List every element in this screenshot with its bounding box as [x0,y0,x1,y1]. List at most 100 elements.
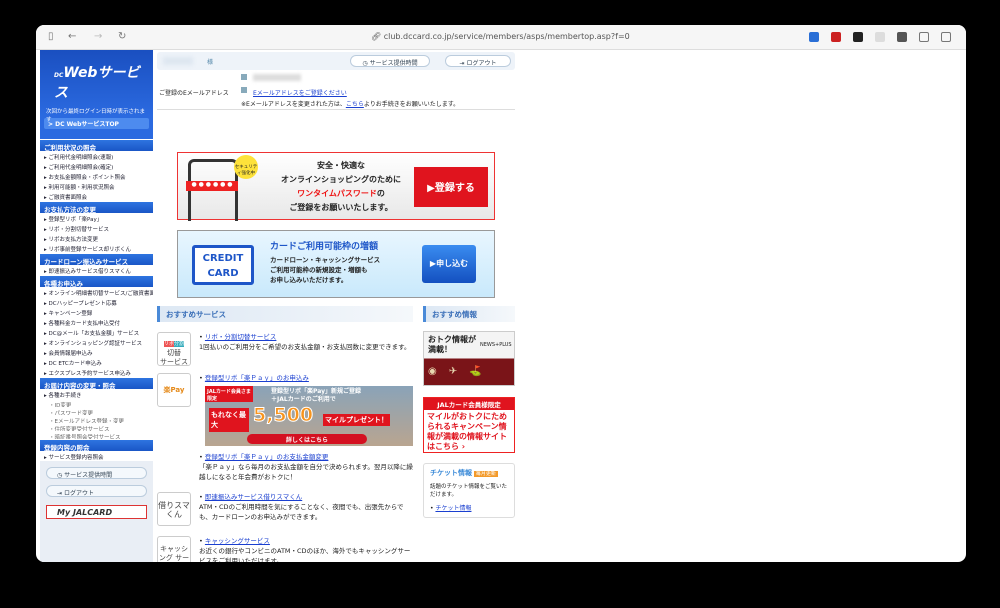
sidebar-item[interactable]: ▸ 各種料金カード支払申込受付 [40,317,153,327]
logout-button[interactable]: ⇥ ログアウト [46,485,147,497]
banner-text: の [376,189,385,198]
sidebar-item[interactable]: ▸ 即速振込みサービス借りスマくん [40,265,153,275]
sidebar-item[interactable]: ▸ オンラインショッピング認証サービス [40,337,153,347]
service-desc: ATM・CDのご利用時間を気にすることなく、夜間でも、出張先からでも、カードロー… [199,503,404,521]
address-bar[interactable]: 🔗︎ club.dccard.co.jp/service/members/asp… [371,32,630,41]
clock-icon: ◷ [362,60,370,67]
sidebar-subitem[interactable]: ・ID変更 [40,399,153,407]
banner-text: 安全・快適な [317,161,365,170]
sidebar-item-label: パスワード変更 [54,410,94,416]
logout-button[interactable]: ⇥ ログアウト [445,55,511,67]
service-hours-button[interactable]: ◷ サービス提供時間 [350,55,430,67]
extension-icon[interactable] [809,32,819,42]
sidebar-item[interactable]: ▸ ご利用代金明細照会(確定) [40,161,153,171]
sidebar-item[interactable]: ▸ 各種お手続き [40,389,153,399]
service-desc: 「楽Ｐａｙ」なら毎月のお支払金額を自分で決められます。翌月以降に繰越しになると年… [199,463,413,481]
karisuma-icon: 借りスマくん [157,492,191,526]
sidebar-toggle-icon[interactable]: ▯ [48,31,54,42]
register-button[interactable]: ▶登録する [414,167,488,207]
jal-tag: JALカード会員様限定 [424,398,514,410]
browser-window: ▯ ← → ↻ 🔗︎ club.dccard.co.jp/service/mem… [36,25,966,562]
banner-text: オンラインショッピングのために [281,175,401,184]
rakupay-icon: 楽Pay [157,373,191,407]
my-jalcard-banner[interactable]: My JALCARD [46,505,147,519]
sidebar-item[interactable]: ▸ 利用可能額・利用状況照会 [40,181,153,191]
url-text: club.dccard.co.jp/service/members/asps/m… [383,32,630,41]
sidebar-item-label: ID変更 [54,402,72,408]
sidebar-item-label: リボお支払方法変更 [48,236,99,243]
promo-text: マイルプレゼント！ [323,414,390,426]
news-plus-banner[interactable]: おトク情報が満載！ NEWS+PLUS ◉✈⛳ [423,331,515,386]
sidebar-item[interactable]: ▸ リボお支払方法変更 [40,233,153,243]
promo-text: もれなく最大 [209,408,249,432]
sidebar-item[interactable]: ▸ 会員情報届申込み [40,347,153,357]
sidebar-item-label: 即速振込みサービス借りスマくん [48,268,131,275]
jal-info-banner[interactable]: JALカード会員様限定 マイルがおトクにためられるキャンペーン情報が満載の情報サ… [423,397,515,453]
sidebar-section-header: 各種お申込み [40,275,153,288]
sidebar-item[interactable]: ▸ リボ・分割切替サービス [40,223,153,233]
sidebar-subitem[interactable]: ・住所変更受付サービス [40,423,153,431]
sidebar-item-label: ご融資書面照会 [48,194,88,201]
security-badge: セキュリティ強化中 [234,155,258,179]
ticket-link[interactable]: チケット情報 [435,505,471,512]
dining-travel-golf-icons: ◉✈⛳ [428,366,494,377]
sidebar-item[interactable]: ▸ DC@メール「お支払金額」サービス [40,327,153,337]
sidebar-subitem[interactable]: ・Eメールアドレス登録・変更 [40,415,153,423]
service-hours-button[interactable]: ◷ サービス提供時間 [46,467,147,479]
sidebar-item-label: エクスプレス予約サービス申込み [48,370,131,377]
banner-text: お申し込みいただけます。 [270,276,348,284]
sidebar-item[interactable]: ▸ エクスプレス予約サービス申込み [40,367,153,377]
jal-promo-banner[interactable]: JALカード会員さま限定 登録型リボ「楽Pay」新規ご登録 ＋JALカードのご利用… [205,386,413,446]
note: よりお手続きをお願いいたします。 [363,101,460,108]
banner-highlight: ワンタイムパスワード [297,189,377,198]
service-link[interactable]: キャッシングサービス [205,537,270,545]
change-email-link[interactable]: こちら [346,101,364,108]
revo-split-icon: リボ分割 切替 サービス [157,332,191,366]
credit-limit-increase-banner[interactable]: CREDIT CARD カードご利用可能枠の増額 カードローン・キャッシングサービ… [177,230,495,298]
sidebar-item[interactable]: ▸ お支払金額照会・ポイント照会 [40,171,153,181]
member-header: 様 ◷ サービス提供時間 ⇥ ログアウト [157,52,515,70]
sidebar-item[interactable]: ▸ ご利用代金明細照会(速報) [40,151,153,161]
reader-icon[interactable] [919,32,929,42]
promo-text: 登録型リボ「楽Pay」新規ご登録 [271,388,362,395]
apply-button[interactable]: ▶申し込む [422,245,476,283]
one-time-password-banner[interactable]: ● ● ● ● ● ● セキュリティ強化中 安全・快適な オンラインショッピング… [177,152,495,221]
extension-icon[interactable] [875,32,885,42]
service-link[interactable]: 登録型リボ「楽Ｐａｙ」のお申込み [205,374,309,382]
ticket-desc: 話題のチケット情報をご覧いただけます。 [430,484,508,498]
sidebar-item[interactable]: ▸ DC ETCカード申込み [40,357,153,367]
reload-icon[interactable]: ↻ [118,31,126,42]
logo[interactable]: DCWebサービス 次回から最終ログイン日時が表示されます [40,50,153,123]
service-link[interactable]: リボ・分割切替サービス [205,333,277,341]
sidebar-item-label: DC@メール「お支払金額」サービス [48,330,140,337]
service-link[interactable]: 登録型リボ「楽Ｐａｙ」のお支払金額変更 [205,453,329,461]
sidebar-item[interactable]: ▸ サービス登録内容照会 [40,451,153,461]
sidebar-item[interactable]: ▸ リボ事前登録サービス却リボくん [40,243,153,253]
register-email-link[interactable]: Eメールアドレスをご登録ください [253,88,347,97]
extension-icon[interactable] [897,32,907,42]
sidebar-item-label: DC ETCカード申込み [48,360,102,367]
back-icon[interactable]: ← [68,31,76,42]
extension-icon[interactable] [853,32,863,42]
sidebar-item-label: 各種お手続き [48,392,82,399]
sidebar-subitem[interactable]: ・暗証番号照会受付サービス [40,431,153,439]
shield-extension-icon[interactable] [831,32,841,42]
ticket-title: チケット情報 [430,469,472,477]
dc-web-top-button[interactable]: > DC WebサービスTOP [44,118,149,129]
sidebar-item-label: オンライン明細書切替サービス/ご融資書面等通知サービス [48,290,153,297]
sidebar-item[interactable]: ▸ キャンペーン登録 [40,307,153,317]
sidebar-item-label: リボ事前登録サービス却リボくん [48,246,132,253]
details-button[interactable]: 詳しくはこちら [247,434,367,444]
sidebar-item[interactable]: ▸ 登録型リボ「楽Pay」 [40,213,153,223]
sidebar-item-label: 登録型リボ「楽Pay」 [48,216,103,223]
sidebar-item[interactable]: ▸ オンライン明細書切替サービス/ご融資書面等通知サービス [40,287,153,297]
service-link[interactable]: 即速振込みサービス借りスマくん [205,493,302,501]
forward-icon[interactable]: → [94,31,102,42]
sidebar-subitem[interactable]: ・パスワード変更 [40,407,153,415]
sidebar-item[interactable]: ▸ ご融資書面照会 [40,191,153,201]
sidebar-section-header: お支払方法の変更 [40,201,153,214]
logout-icon: ⇥ [57,490,64,497]
sidebar-right-icon[interactable] [941,32,951,42]
sidebar-item[interactable]: ▸ DCハッピープレゼント応募 [40,297,153,307]
sidebar: DCWebサービス 次回から最終ログイン日時が表示されます > DC Webサー… [40,50,153,562]
